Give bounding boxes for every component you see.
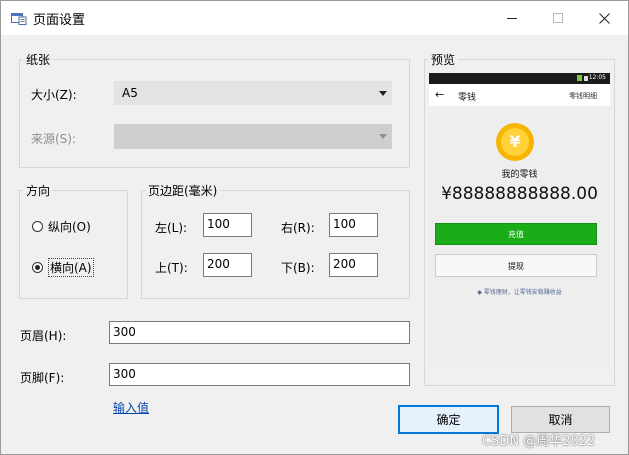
portrait-radio-circle [32,221,43,232]
portrait-label: 纵向(O) [48,220,91,234]
coin-symbol: ¥ [501,128,529,156]
maximize-button[interactable] [535,1,581,35]
phone-page-title: 零钱 [458,93,477,103]
landscape-label: 横向(A) [48,258,94,277]
chevron-down-icon [379,91,387,96]
cancel-button[interactable]: 取消 [511,406,610,433]
minimize-icon [507,18,517,19]
page-setup-dialog: 页面设置 纸张 大小(Z): A5 来源(S): 方向 纵向(O) 横向(A) … [0,0,629,455]
chevron-down-icon [379,134,387,139]
csdn-watermark: CSDN @周华2022 [482,434,596,449]
title-bar: 页面设置 [1,1,628,35]
preview-group-title: 预览 [428,51,459,68]
portrait-radio[interactable]: 纵向(O) [32,218,91,235]
phone-my-change: 我的零钱 [501,170,538,180]
minimize-button[interactable] [489,1,535,35]
margin-left-label: 左(L): [155,221,188,235]
phone-tip-text: 零钱理财，让零钱安稳赚收益 [483,289,562,296]
phone-header: ← 零钱 零钱明细 [429,84,610,106]
phone-status-bar: 12:05 [429,73,610,84]
close-icon [598,12,610,24]
landscape-radio-circle [32,262,43,273]
paper-group-title: 纸张 [23,51,54,68]
footer-input[interactable]: 300 [109,363,410,386]
phone-time: 12:05 [588,74,606,81]
margin-bottom-input[interactable]: 200 [329,253,378,277]
margin-top-input[interactable]: 200 [203,253,252,277]
header-label: 页眉(H): [20,329,67,343]
margin-top-label: 上(T): [155,261,188,275]
margin-bottom-label: 下(B): [281,261,315,275]
close-button[interactable] [581,1,627,35]
paper-size-value: A5 [122,86,138,100]
page-setup-icon [11,10,27,25]
orientation-group-title: 方向 [23,182,54,199]
margins-group-title: 页边距(毫米) [145,182,221,199]
phone-tip: ◆ 零钱理财，让零钱安稳赚收益 [429,287,610,296]
margin-right-input[interactable]: 100 [329,213,378,237]
paper-source-select [114,124,392,149]
margins-group [141,190,410,299]
battery-icon [584,76,588,81]
phone-topup-button: 充值 [435,223,597,245]
preview-image: 12:05 ← 零钱 零钱明细 ¥ 我的零钱 ¥88888888888.00 充… [429,73,610,369]
arrow-left-icon: ← [435,88,445,101]
landscape-radio[interactable]: 横向(A) [32,258,94,277]
paper-group [19,59,410,168]
header-input[interactable]: 300 [109,321,410,344]
paper-source-label: 来源(S): [31,132,77,146]
phone-amount: ¥88888888888.00 [441,184,598,204]
phone-withdraw-button: 提现 [435,254,597,277]
signal-icon [577,75,582,81]
margin-right-label: 右(R): [281,221,315,235]
maximize-icon [553,13,563,23]
input-value-link[interactable]: 输入值 [113,399,149,416]
paper-size-label: 大小(Z): [31,88,77,102]
coin-icon: ¥ [496,123,534,161]
phone-detail-link: 零钱明细 [569,92,597,100]
orientation-group [19,190,128,299]
margin-left-input[interactable]: 100 [203,213,252,237]
window-title: 页面设置 [33,13,86,28]
paper-size-select[interactable]: A5 [114,81,392,105]
footer-label: 页脚(F): [20,371,65,385]
